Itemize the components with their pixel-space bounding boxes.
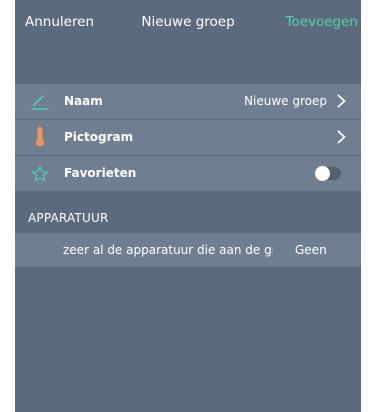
name-value: Nieuwe groep — [244, 94, 327, 108]
screen: Annuleren Nieuwe groep Toevoegen Naam Ni… — [15, 0, 361, 412]
favorites-label: Favorieten — [64, 166, 137, 180]
star-outline-icon — [31, 165, 49, 183]
favorites-toggle[interactable] — [315, 166, 341, 181]
thermometer-icon — [31, 127, 49, 147]
name-row[interactable]: Naam Nieuwe groep — [15, 84, 361, 119]
toggle-knob — [315, 166, 330, 181]
add-button[interactable]: Toevoegen — [285, 14, 358, 30]
chevron-right-icon — [337, 130, 346, 144]
section-header: APPARATUUR — [28, 211, 109, 225]
navbar: Annuleren Nieuwe groep Toevoegen — [15, 0, 361, 44]
favorites-row: Favorieten — [15, 156, 361, 191]
icon-row[interactable]: Pictogram — [15, 120, 361, 155]
device-value: Geen — [295, 243, 327, 257]
chevron-right-icon — [337, 94, 346, 108]
icon-label: Pictogram — [64, 130, 134, 144]
device-description: zeer al de apparatuur die aan de gr — [63, 243, 273, 257]
name-label: Naam — [64, 94, 103, 108]
cancel-button[interactable]: Annuleren — [25, 14, 94, 30]
device-row[interactable]: zeer al de apparatuur die aan de gr Geen — [15, 233, 361, 267]
pencil-icon — [31, 93, 49, 111]
